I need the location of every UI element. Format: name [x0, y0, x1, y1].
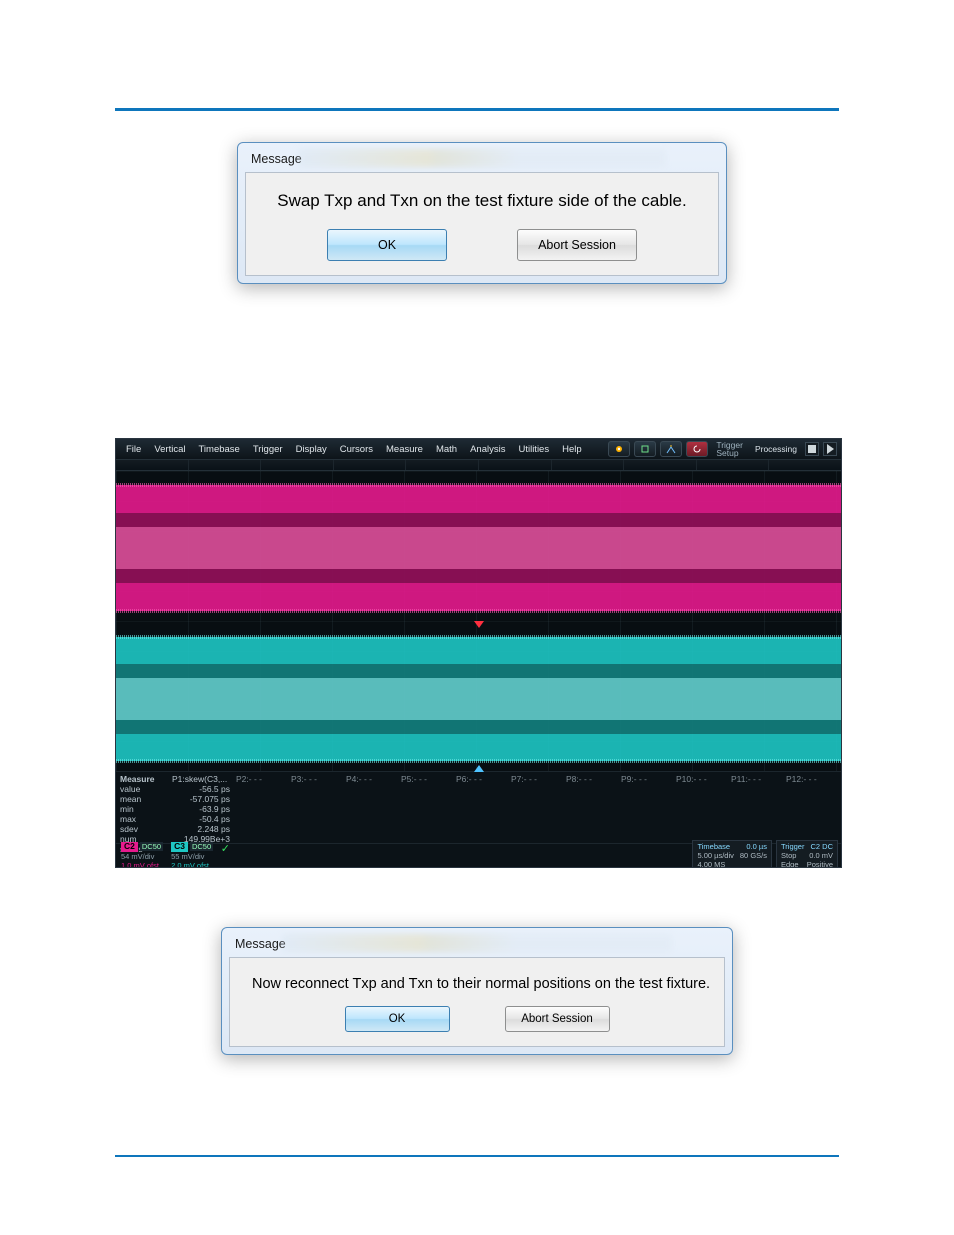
- menu-cursors[interactable]: Cursors: [334, 442, 379, 457]
- measurement-row-labels: Measure value mean min max sdev num stat…: [116, 772, 168, 843]
- menu-vertical[interactable]: Vertical: [148, 442, 191, 457]
- scope-division-bar: [116, 459, 841, 471]
- aero-backdrop: [298, 149, 666, 167]
- channel-c2-badge[interactable]: C2DC50 54 mV/div 1.0 mV ofst: [118, 841, 166, 869]
- run-icon[interactable]: [823, 442, 837, 456]
- waveform-c3: [116, 637, 841, 761]
- processing-label: Processing: [751, 444, 801, 454]
- abort-session-button[interactable]: Abort Session: [505, 1006, 610, 1032]
- stop-icon[interactable]: [805, 442, 819, 456]
- footer-rule: [115, 1155, 839, 1157]
- menu-file[interactable]: File: [120, 442, 147, 457]
- channel-c3-badge[interactable]: C3DC50 55 mV/div 2.0 mV ofst: [168, 841, 216, 869]
- menu-help[interactable]: Help: [556, 442, 588, 457]
- menu-math[interactable]: Math: [430, 442, 463, 457]
- trigger-marker-top-icon: [474, 621, 484, 628]
- trigger-marker-bottom-icon: [474, 765, 484, 772]
- menu-analysis[interactable]: Analysis: [464, 442, 511, 457]
- waveform-c2: [116, 485, 841, 611]
- menu-trigger[interactable]: Trigger: [247, 442, 289, 457]
- abort-session-button[interactable]: Abort Session: [517, 229, 637, 261]
- ok-button[interactable]: OK: [327, 229, 447, 261]
- scope-menu-items: File Vertical Timebase Trigger Display C…: [120, 442, 588, 457]
- menu-timebase[interactable]: Timebase: [192, 442, 245, 457]
- toolbar-clear-icon[interactable]: [634, 441, 656, 457]
- message-dialog-swap: Message Swap Txp and Txn on the test fix…: [237, 142, 727, 284]
- menu-utilities[interactable]: Utilities: [512, 442, 555, 457]
- aero-backdrop: [282, 934, 672, 952]
- header-rule: [115, 108, 839, 111]
- menu-measure[interactable]: Measure: [380, 442, 429, 457]
- measurement-panel: Measure value mean min max sdev num stat…: [116, 771, 841, 843]
- dialog-message-text: Swap Txp and Txn on the test fixture sid…: [268, 191, 696, 211]
- trigger-readout[interactable]: TriggerC2 DC Stop0.0 mV EdgePositive: [776, 840, 838, 868]
- dialog-message-text: Now reconnect Txp and Txn to their norma…: [252, 976, 702, 992]
- timebase-readout[interactable]: Timebase0.0 µs 5.00 µs/div80 GS/s 4.00 M…: [692, 840, 772, 868]
- scope-menubar: File Vertical Timebase Trigger Display C…: [116, 439, 841, 459]
- measurement-p1-values: P1:skew(C3,... -56.5 ps -57.075 ps -63.9…: [168, 772, 236, 843]
- toolbar-autoset-icon[interactable]: [608, 441, 630, 457]
- oscilloscope-screenshot: File Vertical Timebase Trigger Display C…: [115, 438, 842, 868]
- menu-display[interactable]: Display: [290, 442, 333, 457]
- toolbar-zoom-icon[interactable]: [660, 441, 682, 457]
- scope-graticule: [116, 471, 841, 771]
- toolbar-trigger-icon[interactable]: [686, 441, 708, 457]
- trigger-setup-label[interactable]: Trigger Setup: [712, 441, 747, 457]
- ok-button[interactable]: OK: [345, 1006, 450, 1032]
- measurement-empty-slots: P2:- - - P3:- - - P4:- - - P5:- - - P6:-…: [236, 772, 841, 843]
- message-dialog-reconnect: Message Now reconnect Txp and Txn to the…: [221, 927, 733, 1055]
